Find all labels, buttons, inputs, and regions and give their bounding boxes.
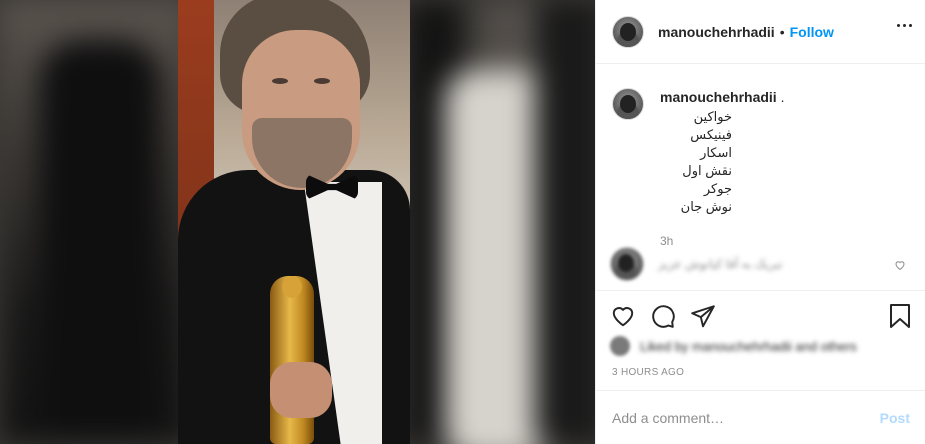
likes-summary[interactable]: Liked by manouchehrhadii and others: [610, 336, 857, 356]
caption-username[interactable]: manouchehrhadii: [660, 89, 777, 105]
post-side-panel: manouchehrhadii • Follow manouchehrhadii…: [595, 0, 925, 444]
post-comment-button[interactable]: Post: [880, 410, 910, 426]
action-bar: [596, 290, 925, 340]
blurred-backdrop-left: [0, 0, 190, 444]
more-options-icon[interactable]: [897, 24, 912, 27]
likes-text: Liked by manouchehrhadii and others: [640, 338, 857, 354]
add-comment-bar: Post: [596, 390, 925, 444]
caption-line: خواکین فینیکس: [690, 109, 732, 142]
author-avatar[interactable]: [612, 15, 644, 48]
comment-bubble-icon[interactable]: [650, 303, 676, 334]
comment-row: تبریک به آقا کیانوش عزیز: [610, 246, 910, 282]
post-photo[interactable]: [0, 0, 595, 444]
caption-avatar[interactable]: [612, 88, 644, 120]
caption-line: نوش جان: [680, 199, 732, 214]
caption-line: اسکار: [700, 145, 732, 160]
author-username[interactable]: manouchehrhadii: [658, 24, 775, 40]
caption: manouchehrhadii . خواکین فینیکس اسکار نق…: [612, 88, 910, 250]
comment-input[interactable]: [612, 409, 880, 426]
bookmark-icon[interactable]: [888, 303, 912, 334]
liker-avatar: [610, 336, 630, 356]
blurred-backdrop-right: [405, 0, 595, 444]
instagram-post: manouchehrhadii • Follow manouchehrhadii…: [0, 0, 925, 444]
portrait-image: [178, 0, 410, 444]
heart-outline-icon[interactable]: [610, 303, 636, 334]
small-heart-icon[interactable]: [894, 258, 906, 276]
post-header: manouchehrhadii • Follow: [596, 0, 925, 64]
paper-plane-icon[interactable]: [690, 303, 716, 334]
post-time[interactable]: 3 HOURS AGO: [612, 367, 684, 378]
follow-button[interactable]: Follow: [790, 24, 834, 40]
caption-suffix: .: [780, 89, 785, 105]
caption-line: نقش اول: [682, 163, 732, 178]
caption-line: جوکر: [703, 181, 732, 196]
header-separator: •: [779, 23, 785, 40]
commenter-avatar[interactable]: [610, 247, 644, 281]
comments-section: manouchehrhadii . خواکین فینیکس اسکار نق…: [596, 70, 925, 288]
comment-text: تبریک به آقا کیانوش عزیز: [658, 257, 783, 271]
caption-text: خواکین فینیکس اسکار نقش اول جوکر نوش جان: [660, 108, 732, 216]
